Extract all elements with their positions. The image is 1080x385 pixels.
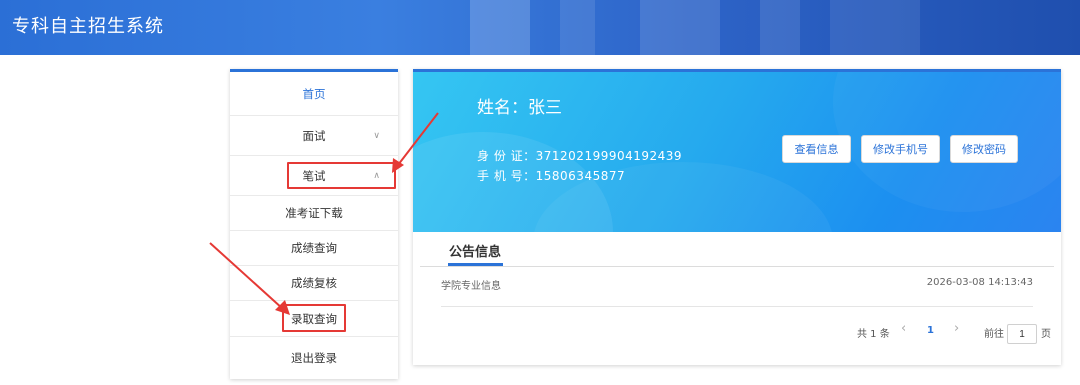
sidebar-item-label: 成绩查询	[291, 241, 337, 255]
header-decoration	[640, 0, 720, 55]
top-header: 专科自主招生系统	[0, 0, 1080, 55]
sidebar-item-label: 录取查询	[291, 311, 337, 326]
student-name: 姓名：张三	[477, 98, 562, 118]
pagination-total: 共 1 条	[857, 329, 890, 340]
notice-title: 学院专业信息	[441, 281, 501, 292]
notice-time: 2026-03-08 14:13:43	[926, 277, 1033, 288]
sidebar-item-label: 成绩复核	[291, 276, 337, 290]
view-info-button[interactable]: 查看信息	[782, 135, 851, 163]
id-number: 身 份 证：371202199904192439	[477, 149, 683, 163]
header-decoration	[560, 0, 595, 55]
header-decoration	[830, 0, 920, 55]
sidebar-item-logout[interactable]: 退出登录	[230, 337, 398, 379]
sidebar-item-home[interactable]: 首页	[230, 72, 398, 116]
sidebar-item-score-review[interactable]: 成绩复核	[230, 266, 398, 301]
sidebar-menu: 首页 面试 ∨ 笔试 ∧ 准考证下载 成绩查询 成绩复核 录取查询 退出登录	[230, 69, 398, 379]
sidebar-item-label: 笔试	[302, 168, 326, 183]
chevron-down-icon: ∨	[373, 130, 380, 141]
sidebar-item-label: 准考证下载	[285, 206, 343, 220]
sidebar-item-score-query[interactable]: 成绩查询	[230, 231, 398, 266]
tab-divider	[420, 266, 1054, 267]
list-item[interactable]: 学院专业信息 2026-03-08 14:13:43	[441, 277, 1033, 307]
change-phone-button[interactable]: 修改手机号	[861, 135, 940, 163]
chevron-up-icon: ∧	[373, 170, 380, 181]
page-number-current[interactable]: 1	[927, 325, 934, 336]
goto-page-input[interactable]	[1007, 324, 1037, 344]
sidebar-item-label: 首页	[302, 86, 326, 101]
header-decoration	[470, 0, 530, 55]
sidebar-item-label: 面试	[302, 128, 326, 143]
sidebar-item-interview[interactable]: 面试 ∨	[230, 116, 398, 156]
sidebar-item-label: 退出登录	[291, 351, 337, 365]
main-panel: 姓名：张三 身 份 证：371202199904192439 手 机 号：158…	[413, 69, 1061, 365]
sidebar-item-written-exam[interactable]: 笔试 ∧	[230, 156, 398, 196]
tab-notice[interactable]: 公告信息	[449, 241, 501, 260]
prev-page-icon[interactable]: ‹	[901, 321, 906, 336]
sidebar-item-admission-query[interactable]: 录取查询	[230, 301, 398, 337]
profile-banner: 姓名：张三 身 份 证：371202199904192439 手 机 号：158…	[413, 69, 1061, 232]
page-suffix: 页	[1041, 329, 1051, 340]
sidebar-item-admission-ticket[interactable]: 准考证下载	[230, 196, 398, 231]
phone-number: 手 机 号：15806345877	[477, 169, 626, 183]
goto-label: 前往	[984, 329, 1004, 340]
next-page-icon[interactable]: ›	[954, 321, 959, 336]
change-password-button[interactable]: 修改密码	[950, 135, 1018, 163]
app-title: 专科自主招生系统	[12, 16, 164, 37]
header-decoration	[760, 0, 800, 55]
